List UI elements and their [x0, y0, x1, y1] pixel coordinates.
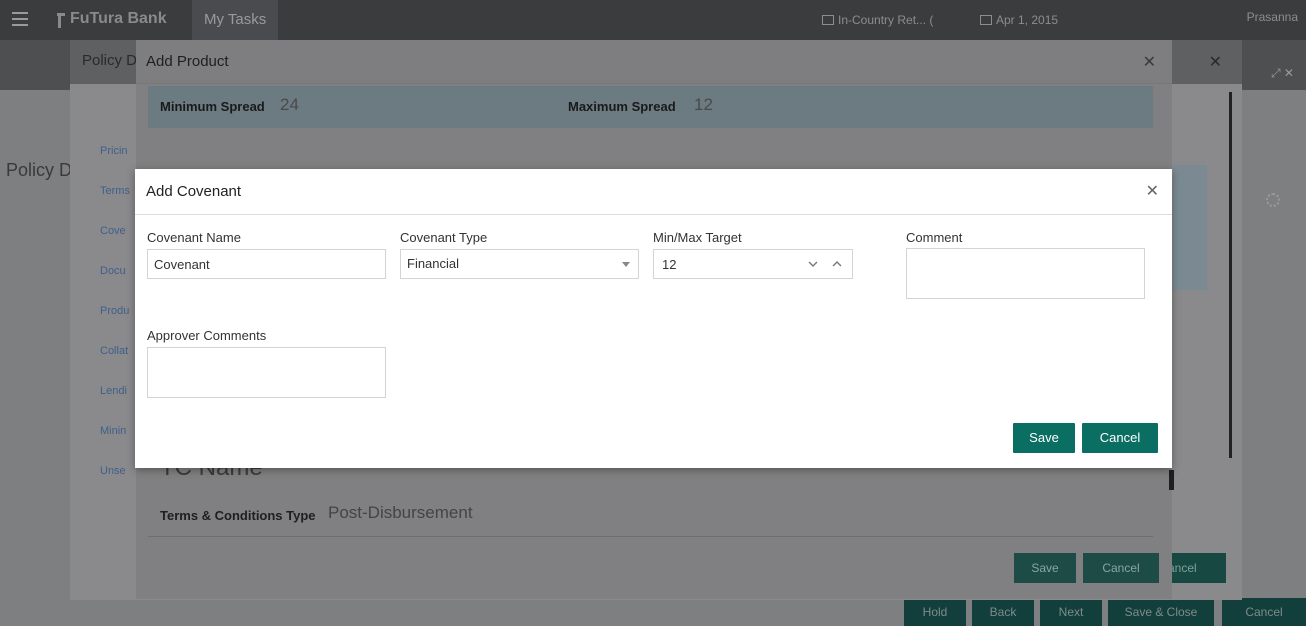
cancel-button[interactable]: Cancel — [1082, 423, 1158, 453]
chevron-down-icon — [622, 262, 630, 267]
policy-dialog-title: Policy D — [82, 52, 138, 69]
add-covenant-title: Add Covenant — [146, 183, 242, 200]
product-cancel-button[interactable]: Cancel — [1083, 553, 1159, 583]
close-icon[interactable]: ✕ — [1209, 52, 1222, 72]
nav-item-documents[interactable]: Docu — [100, 260, 130, 300]
next-button[interactable]: Next — [1040, 598, 1102, 626]
top-bar: FuTura Bank My Tasks In-Country Ret... (… — [0, 0, 1306, 40]
gear-icon[interactable] — [1266, 193, 1280, 207]
add-covenant-dialog: Add Covenant ✕ Covenant Name Covenant Ty… — [135, 169, 1172, 468]
covenant-type-label: Covenant Type — [400, 230, 488, 245]
tab-my-tasks[interactable]: My Tasks — [192, 0, 279, 40]
brand-name: FuTura Bank — [70, 10, 167, 27]
min-spread-label: Minimum Spread — [160, 99, 265, 114]
chevron-down-icon[interactable] — [806, 257, 820, 271]
calendar-icon — [980, 15, 992, 25]
target-label: Min/Max Target — [653, 230, 742, 245]
bank-icon — [822, 15, 834, 25]
close-icon[interactable]: ✕ — [1143, 52, 1156, 72]
nav-item-terms[interactable]: Terms — [100, 180, 130, 220]
policy-nav: Pricin Terms Cove Docu Produ Collat Lend… — [100, 140, 130, 500]
close-icon[interactable]: ✕ — [1146, 181, 1159, 201]
target-stepper[interactable]: 12 — [653, 249, 853, 279]
divider — [148, 536, 1153, 537]
min-spread-value: 24 — [280, 95, 299, 114]
hamburger-menu-icon[interactable] — [12, 12, 28, 26]
spread-band: Minimum Spread 24 Maximum Spread 12 — [148, 86, 1153, 128]
nav-item-covenants[interactable]: Cove — [100, 220, 130, 260]
footer-bar: Hold Back Next Save & Close Cancel — [0, 598, 1306, 626]
date-selector[interactable]: Apr 1, 2015 — [980, 13, 1058, 27]
add-product-header: Add Product ✕ — [136, 40, 1172, 84]
user-name[interactable]: Prasanna — [1247, 10, 1298, 24]
product-save-button[interactable]: Save — [1014, 553, 1076, 583]
save-close-button[interactable]: Save & Close — [1108, 598, 1214, 626]
save-button[interactable]: Save — [1013, 423, 1075, 453]
covenant-type-value: Financial — [407, 256, 460, 271]
branch-selector[interactable]: In-Country Ret... ( — [822, 13, 933, 27]
target-value: 12 — [662, 257, 677, 272]
max-spread-label: Maximum Spread — [568, 99, 676, 114]
nav-item-unsecured[interactable]: Unse — [100, 460, 130, 500]
back-button[interactable]: Back — [972, 598, 1034, 626]
branch-label: In-Country Ret... ( — [838, 13, 934, 27]
scrollbar[interactable] — [1229, 92, 1232, 458]
nav-item-pricing[interactable]: Pricin — [100, 140, 130, 180]
approver-comments-label: Approver Comments — [147, 328, 267, 343]
maximize-icon[interactable]: ⤢ ✕ — [1271, 66, 1294, 81]
comment-label: Comment — [906, 230, 963, 245]
covenant-name-input[interactable] — [147, 249, 386, 279]
tc-type-label: Terms & Conditions Type — [160, 508, 316, 523]
nav-item-collateral[interactable]: Collat — [100, 340, 130, 380]
footer-cancel-button[interactable]: Cancel — [1222, 598, 1306, 626]
nav-item-products[interactable]: Produ — [100, 300, 130, 340]
nav-item-minimum[interactable]: Minin — [100, 420, 130, 460]
max-spread-value: 12 — [694, 95, 713, 114]
nav-item-lending[interactable]: Lendi — [100, 380, 130, 420]
chevron-up-icon[interactable] — [830, 257, 844, 271]
comment-textarea[interactable] — [906, 248, 1145, 299]
add-covenant-header: Add Covenant ✕ — [135, 169, 1172, 215]
covenant-name-label: Covenant Name — [147, 230, 241, 245]
covenant-type-select[interactable]: Financial — [400, 249, 639, 279]
date-label: Apr 1, 2015 — [996, 13, 1059, 27]
approver-comments-textarea[interactable] — [147, 347, 386, 398]
tc-type-value: Post-Disbursement — [328, 503, 473, 522]
futura-logo-icon — [57, 13, 65, 28]
hold-button[interactable]: Hold — [904, 598, 966, 626]
scrollbar[interactable] — [1169, 470, 1174, 490]
add-product-title: Add Product — [146, 53, 229, 70]
product-side-panel — [1173, 165, 1207, 290]
